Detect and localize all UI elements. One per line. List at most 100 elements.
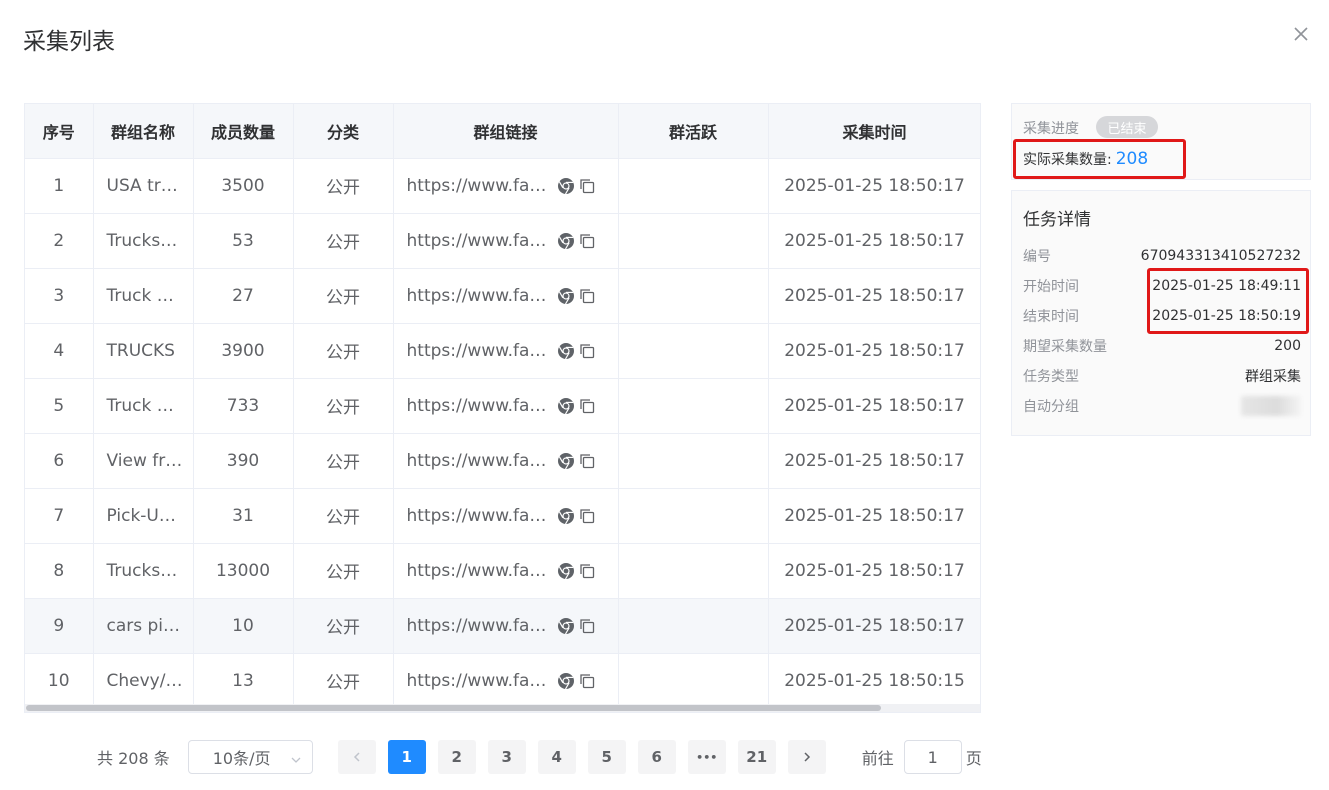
cell-index: 8 (25, 543, 94, 599)
page-button-4[interactable]: 4 (537, 740, 576, 774)
cell-members: 10 (193, 598, 294, 654)
group-link[interactable]: https://www.face… (407, 341, 553, 361)
chrome-icon[interactable] (557, 672, 575, 690)
cell-group-name: Trucks… (93, 543, 194, 599)
goto-page-input[interactable] (903, 740, 962, 774)
detail-row-task-type: 任务类型 群组采集 (1023, 365, 1301, 387)
next-page-button[interactable] (787, 740, 826, 774)
group-link[interactable]: https://www.face… (407, 506, 553, 526)
page-button-21[interactable]: 21 (737, 740, 776, 774)
chrome-icon[interactable] (557, 397, 575, 415)
copy-icon[interactable] (579, 673, 595, 689)
group-link[interactable]: https://www.face… (407, 561, 553, 581)
cell-index: 9 (25, 598, 94, 654)
cell-index: 10 (25, 653, 94, 709)
group-link[interactable]: https://www.face… (407, 671, 553, 691)
page-button-6[interactable]: 6 (637, 740, 676, 774)
page-button-2[interactable]: 2 (437, 740, 476, 774)
table-row[interactable]: 5 Truck … 733 公开 https://www.face… 2025-01-25… (25, 378, 980, 434)
chrome-icon[interactable] (557, 232, 575, 250)
cell-index: 1 (25, 158, 94, 214)
cell-collect-time: 2025-01-25 18:50:17 (768, 488, 980, 544)
cell-group-name: Truck … (93, 378, 194, 434)
cell-group-name: Truck … (93, 268, 194, 324)
cell-members: 27 (193, 268, 294, 324)
table-row[interactable]: 6 View fr… 390 公开 https://www.face… 2025-01-2… (25, 433, 980, 489)
cell-index: 5 (25, 378, 94, 434)
cell-index: 2 (25, 213, 94, 269)
chrome-icon[interactable] (557, 177, 575, 195)
column-header-activity: 群活跃 (618, 104, 769, 159)
cell-activity (618, 268, 769, 324)
table-row[interactable]: 3 Truck … 27 公开 https://www.face… 2025-01-25 … (25, 268, 980, 324)
cell-collect-time: 2025-01-25 18:50:17 (768, 378, 980, 434)
group-link[interactable]: https://www.face… (407, 286, 553, 306)
group-link[interactable]: https://www.face… (407, 231, 553, 251)
page-button-3[interactable]: 3 (487, 740, 526, 774)
chrome-icon[interactable] (557, 562, 575, 580)
cell-members: 3500 (193, 158, 294, 214)
column-header-members: 成员数量 (193, 104, 294, 159)
cell-collect-time: 2025-01-25 18:50:17 (768, 213, 980, 269)
cell-collect-time: 2025-01-25 18:50:15 (768, 653, 980, 709)
horizontal-scrollbar[interactable] (25, 704, 980, 712)
copy-icon[interactable] (579, 453, 595, 469)
table-row[interactable]: 7 Pick-U… 31 公开 https://www.face… 2025-01-25 … (25, 488, 980, 544)
cell-category: 公开 (293, 158, 394, 214)
group-link[interactable]: https://www.face… (407, 176, 553, 196)
cell-members: 3900 (193, 323, 294, 379)
copy-icon[interactable] (579, 563, 595, 579)
total-count: 共 208 条 (97, 749, 170, 768)
table-row[interactable]: 2 Trucks… 53 公开 https://www.face… 2025-01-25 … (25, 213, 980, 269)
column-header-index: 序号 (25, 104, 94, 159)
group-link[interactable]: https://www.face… (407, 616, 553, 636)
more-pages-button[interactable]: ••• (687, 740, 726, 774)
cell-activity (618, 653, 769, 709)
copy-icon[interactable] (579, 178, 595, 194)
chrome-icon[interactable] (557, 452, 575, 470)
copy-icon[interactable] (579, 508, 595, 524)
copy-icon[interactable] (579, 398, 595, 414)
cell-category: 公开 (293, 543, 394, 599)
page-jumper: 前往 页 (862, 740, 982, 774)
cell-category: 公开 (293, 213, 394, 269)
detail-value: 群组采集 (1245, 369, 1301, 385)
close-icon[interactable] (1289, 22, 1313, 46)
table-row[interactable]: 1 USA tr… 3500 公开 https://www.face… 2025-01-2… (25, 158, 980, 214)
detail-key: 任务类型 (1023, 369, 1079, 385)
copy-icon[interactable] (579, 618, 595, 634)
chevron-down-icon (290, 751, 302, 770)
table-row[interactable]: 10 Chevy/… 13 公开 https://www.face… 2025-01-25… (25, 653, 980, 709)
chrome-icon[interactable] (557, 287, 575, 305)
cell-link: https://www.face… (393, 323, 619, 379)
table-row[interactable]: 8 Trucks… 13000 公开 https://www.face… 2025-01-… (25, 543, 980, 599)
group-link[interactable]: https://www.face… (407, 396, 553, 416)
detail-value: 670943313410527232 (1140, 248, 1301, 264)
chrome-icon[interactable] (557, 507, 575, 525)
chrome-icon[interactable] (557, 617, 575, 635)
chrome-icon[interactable] (557, 342, 575, 360)
cell-link: https://www.face… (393, 488, 619, 544)
actual-count-highlight: 实际采集数量: 208 (1013, 139, 1186, 179)
goto-label: 前往 (861, 749, 894, 768)
cell-link: https://www.face… (393, 543, 619, 599)
chevron-left-icon (353, 752, 360, 762)
column-header-name: 群组名称 (93, 104, 194, 159)
page-size-select[interactable]: 10条/页 (187, 740, 313, 774)
cell-category: 公开 (293, 598, 394, 654)
page-button-5[interactable]: 5 (587, 740, 626, 774)
table-row[interactable]: 9 cars pi… 10 公开 https://www.face… 2025-01-25… (25, 598, 980, 654)
table-row[interactable]: 4 TRUCKS 3900 公开 https://www.face… 2025-01-25… (25, 323, 980, 379)
cell-group-name: USA tr… (93, 158, 194, 214)
page-button-1[interactable]: 1 (387, 740, 426, 774)
copy-icon[interactable] (579, 343, 595, 359)
copy-icon[interactable] (579, 288, 595, 304)
prev-page-button[interactable] (337, 740, 376, 774)
group-link[interactable]: https://www.face… (407, 451, 553, 471)
cell-category: 公开 (293, 433, 394, 489)
copy-icon[interactable] (579, 233, 595, 249)
detail-value: 200 (1274, 338, 1301, 354)
cell-link: https://www.face… (393, 378, 619, 434)
scrollbar-thumb[interactable] (26, 705, 881, 711)
cell-members: 390 (193, 433, 294, 489)
